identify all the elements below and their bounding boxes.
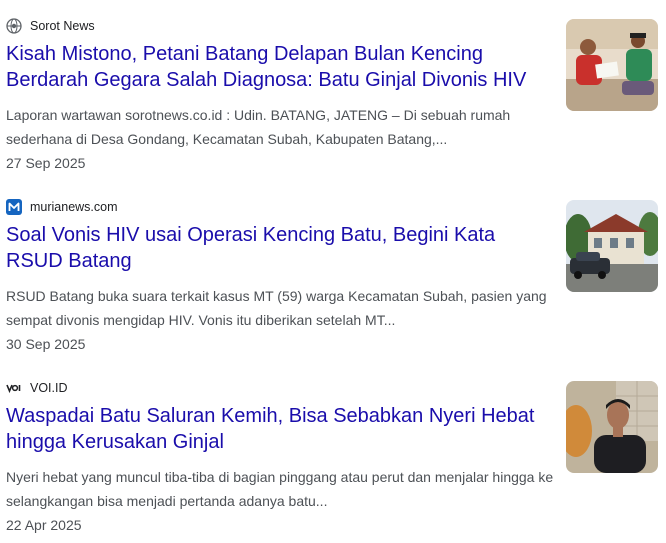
source-name: VOI.ID [30,381,68,395]
murianews-m-icon [6,199,22,215]
thumbnail-image[interactable] [566,381,658,473]
snippet-text: Nyeri hebat yang muncul tiba-tiba di bag… [6,469,554,509]
source-row[interactable]: VOI.ID [6,379,68,397]
headline-link[interactable]: Waspadai Batu Saluran Kemih, Bisa Sebabk… [6,403,551,455]
thumbnail-image[interactable] [566,200,658,292]
publish-date: 22 Apr 2025 [6,517,82,533]
sorotnews-globe-icon [6,18,22,34]
headline-link[interactable]: Kisah Mistono, Petani Batang Delapan Bul… [6,41,551,93]
thumbnail-image[interactable] [566,19,658,111]
snippet-text: Laporan wartawan sorotnews.co.id : Udin.… [6,107,511,147]
voi-logo-icon [6,380,22,396]
news-result-item: murianews.com Soal Vonis HIV usai Operas… [0,181,666,361]
source-row[interactable]: murianews.com [6,198,118,216]
news-result-item: Sorot News Kisah Mistono, Petani Batang … [0,0,666,180]
snippet-text: RSUD Batang buka suara terkait kasus MT … [6,288,547,328]
publish-date: 27 Sep 2025 [6,155,86,171]
source-name: murianews.com [30,200,118,214]
source-row[interactable]: Sorot News [6,17,95,35]
headline-link[interactable]: Soal Vonis HIV usai Operasi Kencing Batu… [6,222,551,274]
source-name: Sorot News [30,19,95,33]
news-result-item: VOI.ID Waspadai Batu Saluran Kemih, Bisa… [0,362,666,542]
news-results-list: Sorot News Kisah Mistono, Petani Batang … [0,0,666,543]
publish-date: 30 Sep 2025 [6,336,86,352]
